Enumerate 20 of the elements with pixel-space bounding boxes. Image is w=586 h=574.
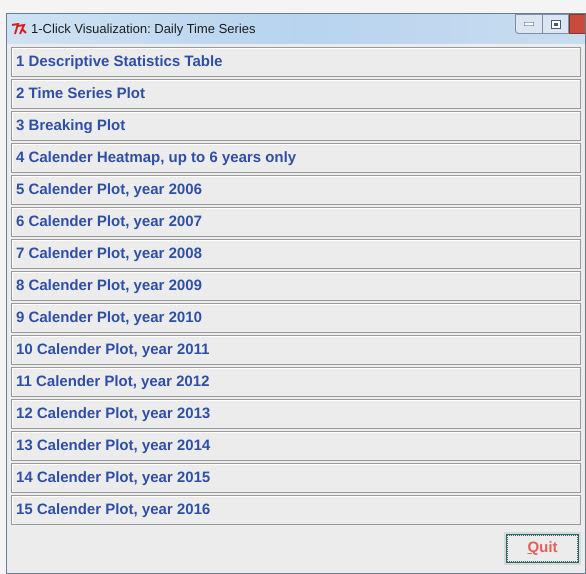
option-button[interactable]: 14 Calender Plot, year 2015 bbox=[11, 463, 581, 493]
minimize-button[interactable] bbox=[515, 14, 543, 34]
option-button[interactable]: 8 Calender Plot, year 2009 bbox=[11, 271, 581, 301]
option-button[interactable]: 1 Descriptive Statistics Table bbox=[11, 47, 581, 77]
option-button[interactable]: 11 Calender Plot, year 2012 bbox=[11, 367, 581, 397]
option-button[interactable]: 13 Calender Plot, year 2014 bbox=[11, 431, 581, 461]
option-button[interactable]: 3 Breaking Plot bbox=[11, 111, 581, 141]
option-button[interactable]: 6 Calender Plot, year 2007 bbox=[11, 207, 581, 237]
maximize-button[interactable] bbox=[543, 14, 569, 34]
option-button[interactable]: 10 Calender Plot, year 2011 bbox=[11, 335, 581, 365]
minimize-icon bbox=[524, 22, 534, 26]
option-button[interactable]: 4 Calender Heatmap, up to 6 years only bbox=[11, 143, 581, 173]
option-button[interactable]: 5 Calender Plot, year 2006 bbox=[11, 175, 581, 205]
option-button[interactable]: 15 Calender Plot, year 2016 bbox=[11, 495, 581, 525]
option-button[interactable]: 12 Calender Plot, year 2013 bbox=[11, 399, 581, 429]
maximize-icon bbox=[550, 20, 560, 28]
window-title: 1-Click Visualization: Daily Time Series bbox=[31, 20, 256, 38]
option-button[interactable]: 9 Calender Plot, year 2010 bbox=[11, 303, 581, 333]
option-button[interactable]: 2 Time Series Plot bbox=[11, 79, 581, 109]
option-button[interactable]: 7 Calender Plot, year 2008 bbox=[11, 239, 581, 269]
